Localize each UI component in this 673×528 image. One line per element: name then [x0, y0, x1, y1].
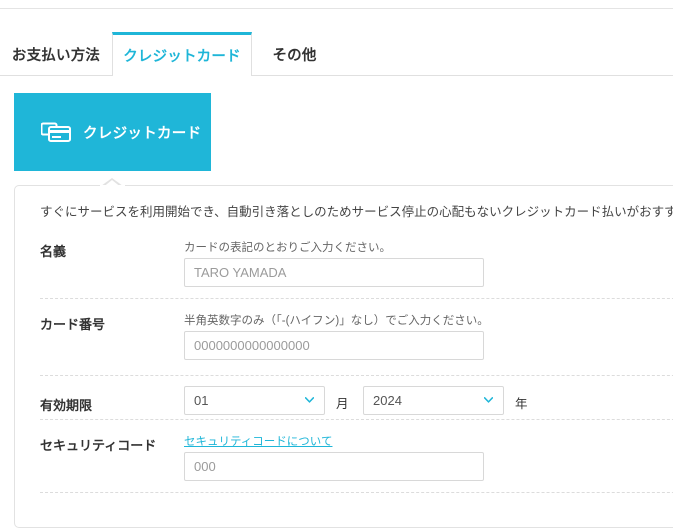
row-separator [40, 492, 673, 493]
card-number-label: カード番号 [40, 317, 106, 332]
tab-credit-card-label: クレジットカード [123, 49, 241, 65]
top-divider [0, 8, 673, 9]
tab-other-label: その他 [272, 47, 317, 64]
credit-card-header-title: クレジットカード [83, 125, 202, 142]
payment-tab-bar: お支払い方法 クレジットカード その他 [0, 32, 673, 76]
form-lead-text: すぐにサービスを利用開始でき、自動引き落としのためサービス停止の心配もないクレジ… [40, 205, 673, 219]
chevron-down-icon [305, 397, 314, 403]
credit-card-form-panel: すぐにサービスを利用開始でき、自動引き落としのためサービス停止の心配もないクレジ… [14, 178, 673, 528]
tab-other[interactable]: その他 [252, 32, 337, 76]
expiry-label: 有効期限 [40, 398, 93, 413]
row-separator [40, 419, 673, 420]
name-label: 名義 [40, 244, 67, 259]
name-hint: カードの表記のとおりご入力ください。 [184, 242, 391, 254]
tab-payment-method[interactable]: お支払い方法 [0, 32, 112, 76]
panel-notch-fill [102, 180, 122, 188]
tab-payment-method-label: お支払い方法 [11, 47, 101, 64]
expiry-month-select[interactable]: 01 [184, 386, 325, 415]
security-code-input[interactable] [184, 452, 484, 481]
expiry-year-select[interactable]: 2024 [363, 386, 504, 415]
credit-card-icon [41, 122, 71, 142]
security-code-label: セキュリティコード [40, 438, 157, 453]
tab-credit-card[interactable]: クレジットカード [112, 32, 252, 76]
row-separator [40, 298, 673, 299]
expiry-year-unit: 年 [515, 397, 528, 411]
expiry-year-value: 2024 [373, 393, 402, 408]
chevron-down-icon [484, 397, 493, 403]
credit-card-header: クレジットカード [14, 93, 211, 171]
security-code-info-link[interactable]: セキュリティコードについて [184, 433, 332, 449]
card-number-input[interactable] [184, 331, 484, 360]
row-separator [40, 375, 673, 376]
card-holder-name-input[interactable] [184, 258, 484, 287]
expiry-month-select-wrap: 01 [184, 386, 325, 415]
card-number-hint: 半角英数字のみ（「-(ハイフン)」なし）でご入力ください。 [184, 315, 489, 327]
expiry-month-unit: 月 [336, 397, 349, 411]
expiry-year-select-wrap: 2024 [363, 386, 504, 415]
expiry-month-value: 01 [194, 393, 209, 408]
